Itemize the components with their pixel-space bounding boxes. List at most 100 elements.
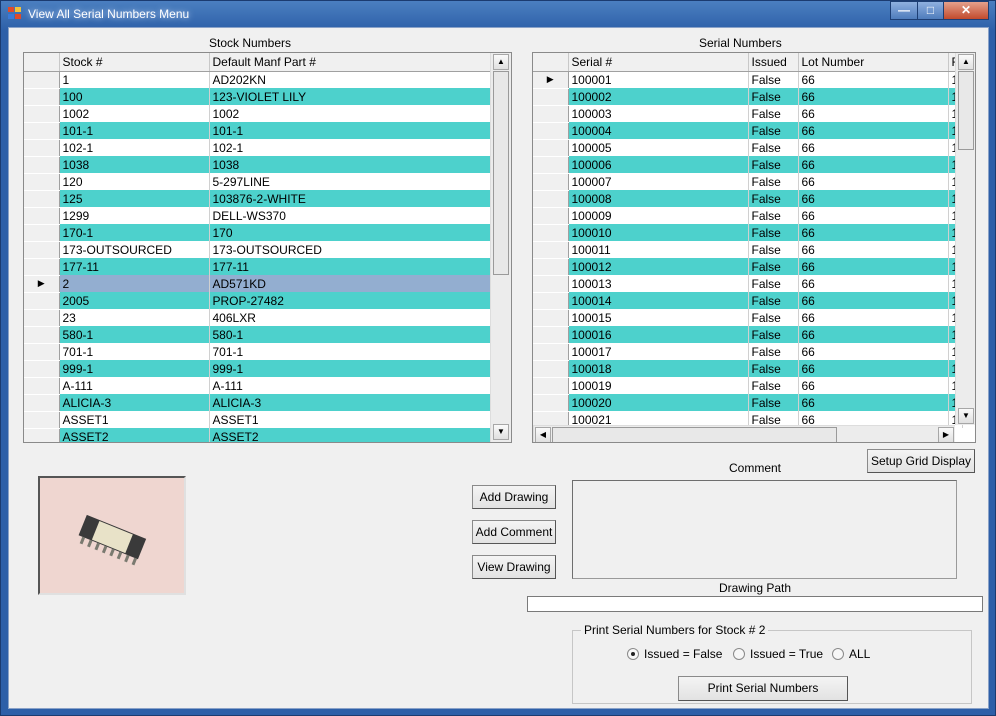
table-cell[interactable]: 5-297LINE bbox=[209, 173, 491, 190]
table-row[interactable]: 23 406LXR bbox=[24, 309, 491, 327]
setup-grid-display-button[interactable]: Setup Grid Display bbox=[867, 449, 975, 473]
radio-issued-true[interactable]: Issued = True bbox=[733, 647, 823, 661]
table-cell[interactable]: False bbox=[748, 360, 799, 377]
table-cell[interactable]: False bbox=[748, 105, 799, 122]
row-header[interactable] bbox=[24, 190, 60, 208]
table-cell[interactable]: 100006 bbox=[568, 156, 749, 173]
table-cell[interactable]: False bbox=[748, 88, 799, 105]
serial-grid-vscrollbar[interactable]: ▲ ▼ bbox=[955, 53, 975, 425]
table-cell[interactable]: 177-11 bbox=[209, 258, 491, 275]
table-row[interactable]: 1002 1002 bbox=[24, 105, 491, 123]
table-cell[interactable]: False bbox=[748, 377, 799, 394]
row-header[interactable] bbox=[24, 428, 60, 442]
table-cell[interactable]: False bbox=[748, 343, 799, 360]
table-row[interactable]: ▶100001False661 bbox=[533, 71, 963, 89]
table-cell[interactable]: 66 bbox=[798, 275, 949, 292]
table-cell[interactable]: 101-1 bbox=[209, 122, 491, 139]
table-row[interactable]: 100007False661 bbox=[533, 173, 963, 191]
stock-grid[interactable]: Stock # Default Manf Part # 1 AD202KN 100 1… bbox=[23, 52, 512, 443]
table-row[interactable]: 173-OUTSOURCED 173-OUTSOURCED bbox=[24, 241, 491, 259]
minimize-button[interactable]: — bbox=[890, 1, 918, 20]
row-header[interactable] bbox=[24, 71, 60, 89]
column-header-lot[interactable]: Lot Number bbox=[798, 53, 949, 72]
stock-grid-vscrollbar[interactable]: ▲ ▼ bbox=[490, 53, 511, 442]
table-cell[interactable]: 580-1 bbox=[59, 326, 210, 343]
table-cell[interactable]: False bbox=[748, 139, 799, 156]
row-header[interactable] bbox=[24, 88, 60, 106]
table-cell[interactable]: 1038 bbox=[59, 156, 210, 173]
table-cell[interactable]: 1038 bbox=[209, 156, 491, 173]
table-cell[interactable]: 100 bbox=[59, 88, 210, 105]
table-row[interactable]: 100003False661 bbox=[533, 105, 963, 123]
table-cell[interactable]: 701-1 bbox=[209, 343, 491, 360]
table-row[interactable]: 100012False661 bbox=[533, 258, 963, 276]
table-cell[interactable]: 125 bbox=[59, 190, 210, 207]
add-drawing-button[interactable]: Add Drawing bbox=[472, 485, 556, 509]
row-header[interactable] bbox=[24, 156, 60, 174]
table-cell[interactable]: 120 bbox=[59, 173, 210, 190]
table-cell[interactable]: False bbox=[748, 122, 799, 139]
row-header[interactable] bbox=[533, 224, 569, 242]
add-comment-button[interactable]: Add Comment bbox=[472, 520, 556, 544]
table-row[interactable]: 101-1 101-1 bbox=[24, 122, 491, 140]
table-cell[interactable]: False bbox=[748, 156, 799, 173]
row-header[interactable] bbox=[24, 224, 60, 242]
table-cell[interactable]: A-111 bbox=[59, 377, 210, 394]
table-row[interactable]: 701-1 701-1 bbox=[24, 343, 491, 361]
radio-all[interactable]: ALL bbox=[832, 647, 870, 661]
table-cell[interactable]: 2005 bbox=[59, 292, 210, 309]
table-cell[interactable]: 1002 bbox=[209, 105, 491, 122]
table-row[interactable]: 102-1 102-1 bbox=[24, 139, 491, 157]
table-cell[interactable]: False bbox=[748, 173, 799, 190]
table-cell[interactable]: ASSET1 bbox=[209, 411, 491, 428]
table-cell[interactable]: 100001 bbox=[568, 71, 749, 88]
table-cell[interactable]: 100004 bbox=[568, 122, 749, 139]
table-row[interactable]: 580-1 580-1 bbox=[24, 326, 491, 344]
row-header[interactable] bbox=[24, 377, 60, 395]
table-cell[interactable]: 101-1 bbox=[59, 122, 210, 139]
row-header[interactable] bbox=[533, 275, 569, 293]
table-cell[interactable]: 100005 bbox=[568, 139, 749, 156]
column-header-stock[interactable]: Stock # bbox=[59, 53, 210, 72]
radio-issued-false[interactable]: Issued = False bbox=[627, 647, 722, 661]
table-cell[interactable]: 100009 bbox=[568, 207, 749, 224]
row-header[interactable] bbox=[24, 309, 60, 327]
table-row[interactable]: 100010False661 bbox=[533, 224, 963, 242]
scroll-thumb[interactable] bbox=[552, 427, 837, 442]
table-row[interactable]: ASSET2 ASSET2 bbox=[24, 428, 491, 442]
table-row[interactable]: 100 123-VIOLET LILY bbox=[24, 88, 491, 106]
table-cell[interactable]: False bbox=[748, 224, 799, 241]
table-row[interactable]: ALICIA-3 ALICIA-3 bbox=[24, 394, 491, 412]
row-header[interactable] bbox=[533, 309, 569, 327]
table-cell[interactable]: ALICIA-3 bbox=[59, 394, 210, 411]
column-header-serial[interactable]: Serial # bbox=[568, 53, 749, 72]
table-cell[interactable]: 170-1 bbox=[59, 224, 210, 241]
view-drawing-button[interactable]: View Drawing bbox=[472, 555, 556, 579]
table-row[interactable]: 120 5-297LINE bbox=[24, 173, 491, 191]
table-row[interactable]: 125 103876-2-WHITE bbox=[24, 190, 491, 208]
row-header[interactable] bbox=[533, 258, 569, 276]
table-cell[interactable]: False bbox=[748, 275, 799, 292]
row-header[interactable] bbox=[24, 139, 60, 157]
table-row[interactable]: 1038 1038 bbox=[24, 156, 491, 174]
table-cell[interactable]: 580-1 bbox=[209, 326, 491, 343]
table-cell[interactable]: AD202KN bbox=[209, 71, 491, 88]
row-header[interactable] bbox=[533, 292, 569, 310]
table-cell[interactable]: 66 bbox=[798, 377, 949, 394]
table-cell[interactable]: 100016 bbox=[568, 326, 749, 343]
table-cell[interactable]: 701-1 bbox=[59, 343, 210, 360]
table-row[interactable]: A-111 A-111 bbox=[24, 377, 491, 395]
table-cell[interactable]: 999-1 bbox=[209, 360, 491, 377]
scroll-right-icon[interactable]: ▶ bbox=[938, 427, 954, 442]
table-cell[interactable]: 102-1 bbox=[209, 139, 491, 156]
row-header[interactable] bbox=[533, 377, 569, 395]
table-cell[interactable]: 66 bbox=[798, 360, 949, 377]
row-header[interactable] bbox=[24, 292, 60, 310]
scroll-up-icon[interactable]: ▲ bbox=[958, 54, 974, 70]
table-cell[interactable]: 100013 bbox=[568, 275, 749, 292]
maximize-button[interactable]: □ bbox=[917, 1, 944, 20]
table-cell[interactable]: 1 bbox=[59, 71, 210, 88]
row-header[interactable] bbox=[533, 326, 569, 344]
table-row[interactable]: 100005False661 bbox=[533, 139, 963, 157]
row-header[interactable] bbox=[24, 394, 60, 412]
